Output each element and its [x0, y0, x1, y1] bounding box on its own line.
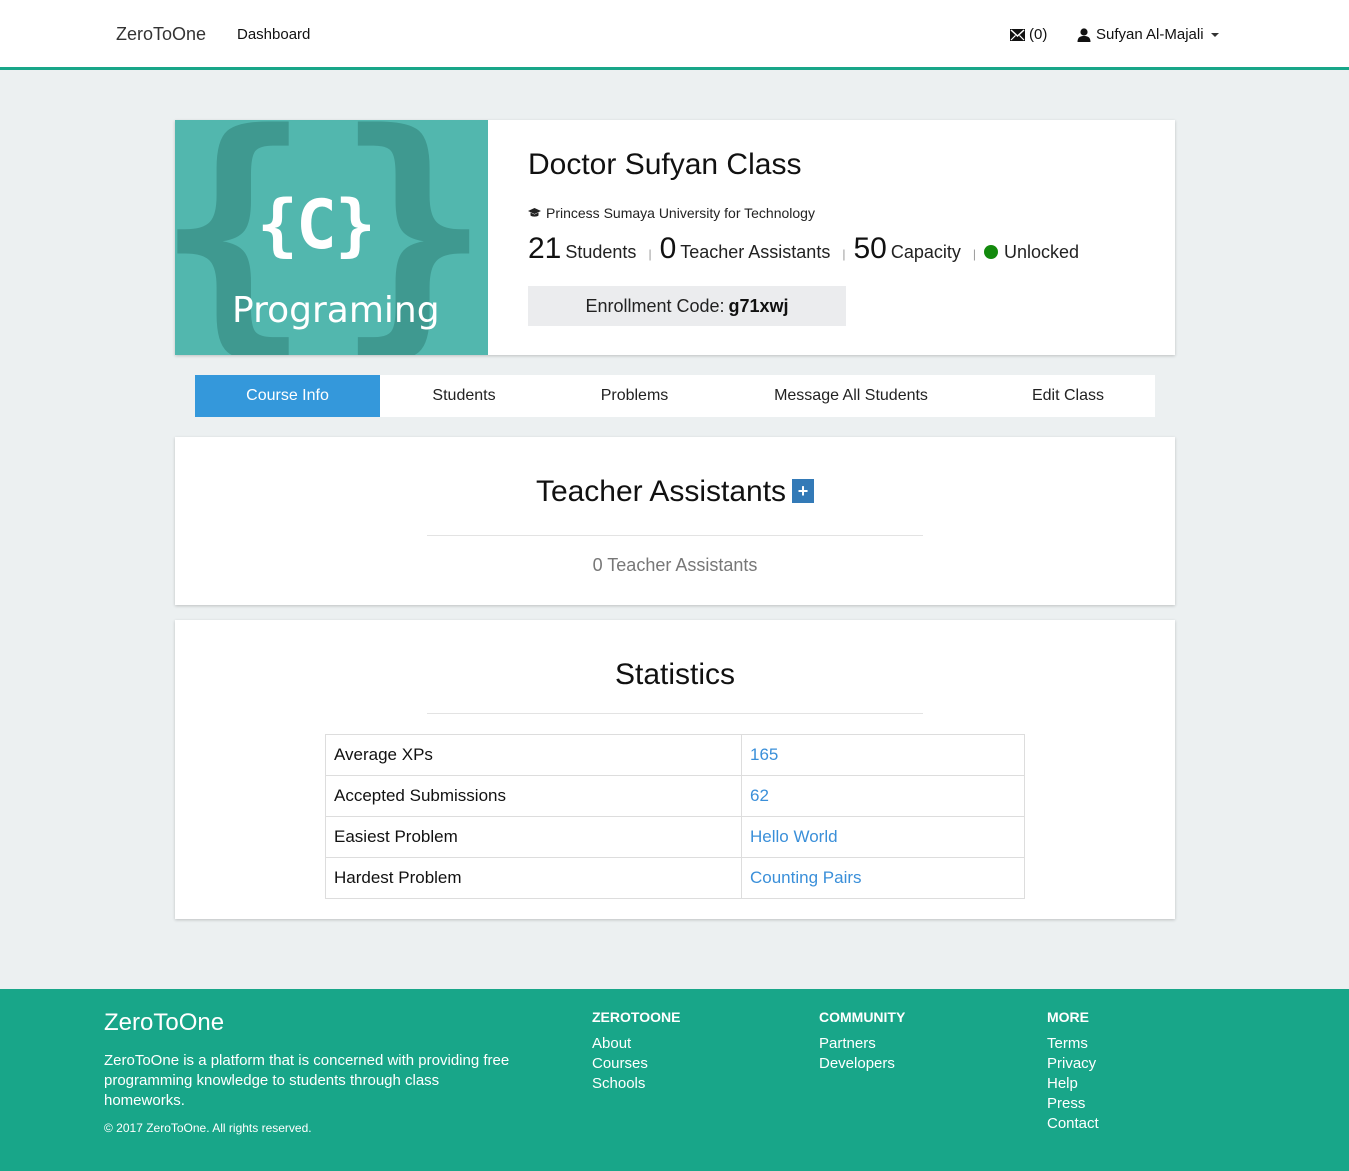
university-line: Princess Sumaya University for Technolog… [528, 205, 815, 221]
course-header-card: { } {C} Programing Doctor Sufyan Class P… [175, 120, 1175, 355]
stat-value-link[interactable]: Counting Pairs [741, 857, 1025, 899]
table-row: Accepted Submissions 62 [325, 775, 1025, 817]
tas-count: 0 [659, 232, 677, 265]
teacher-assistants-card: Teacher Assistants + 0 Teacher Assistants [175, 437, 1175, 605]
footer: ZeroToOne ZeroToOne is a platform that i… [0, 989, 1349, 1171]
course-image: { } {C} Programing [175, 120, 488, 355]
status-text: Unlocked [1003, 242, 1080, 262]
stat-value-link[interactable]: Hello World [741, 816, 1025, 858]
user-icon [1077, 27, 1091, 42]
stat-label: Easiest Problem [325, 816, 742, 858]
footer-brand: ZeroToOne [104, 1009, 225, 1036]
footer-heading: COMMUNITY [819, 1009, 906, 1025]
class-stats-line: 21 Students | 0 Teacher Assistants | 50 … [528, 232, 1079, 266]
envelope-icon [1010, 28, 1025, 41]
divider [427, 713, 923, 714]
footer-description: ZeroToOne is a platform that is concerne… [104, 1052, 510, 1109]
footer-link-contact[interactable]: Contact [1047, 1114, 1099, 1134]
graduation-cap-icon [528, 208, 541, 217]
messages-link[interactable]: (0) [1010, 26, 1047, 43]
statistics-card: Statistics Average XPs 165 Accepted Subm… [175, 620, 1175, 919]
footer-column-zerotoone: ZEROTOONE About Courses Schools [592, 1009, 680, 1094]
enrollment-label: Enrollment Code: [585, 295, 725, 316]
nav-dashboard-link[interactable]: Dashboard [237, 26, 310, 43]
tas-label: Teacher Assistants [680, 242, 831, 262]
statistics-table: Average XPs 165 Accepted Submissions 62 … [325, 734, 1025, 899]
footer-link-privacy[interactable]: Privacy [1047, 1054, 1099, 1074]
separator: | [972, 247, 976, 261]
footer-column-community: COMMUNITY Partners Developers [819, 1009, 905, 1074]
footer-link-terms[interactable]: Terms [1047, 1034, 1099, 1054]
footer-heading: ZEROTOONE [592, 1009, 681, 1025]
stat-label: Accepted Submissions [325, 775, 742, 817]
ta-title: Teacher Assistants [535, 475, 787, 508]
ta-title-row: Teacher Assistants + [175, 475, 1175, 509]
stat-value-link[interactable]: 62 [741, 775, 1025, 817]
top-navbar: ZeroToOne Dashboard (0) Sufyan Al-Majali [0, 0, 1349, 70]
caret-down-icon [1210, 32, 1219, 37]
footer-link-press[interactable]: Press [1047, 1094, 1099, 1114]
tab-students[interactable]: Students [380, 375, 548, 417]
table-row: Average XPs 165 [325, 734, 1025, 776]
tab-message-all-students[interactable]: Message All Students [721, 375, 981, 417]
students-label: Students [565, 242, 637, 262]
tab-course-info[interactable]: Course Info [195, 375, 380, 417]
add-ta-button[interactable]: + [792, 479, 815, 504]
capacity-label: Capacity [890, 242, 961, 262]
ta-empty-text: 0 Teacher Assistants [592, 555, 758, 575]
stat-value-link[interactable]: 165 [741, 734, 1025, 776]
messages-count: (0) [1029, 26, 1048, 43]
footer-copyright: © 2017 ZeroToOne. All rights reserved. [104, 1121, 312, 1135]
footer-column-more: MORE Terms Privacy Help Press Contact [1047, 1009, 1099, 1134]
enrollment-code-box: Enrollment Code: g71xwj [528, 286, 846, 326]
footer-link-help[interactable]: Help [1047, 1074, 1099, 1094]
enrollment-code: g71xwj [728, 295, 789, 316]
separator: | [842, 247, 846, 261]
footer-link-partners[interactable]: Partners [819, 1034, 905, 1054]
stat-label: Average XPs [325, 734, 742, 776]
statistics-title: Statistics [614, 658, 736, 691]
status-dot-icon [983, 245, 998, 259]
footer-link-developers[interactable]: Developers [819, 1054, 905, 1074]
tab-problems[interactable]: Problems [548, 375, 721, 417]
stat-label: Hardest Problem [325, 857, 742, 899]
divider [427, 535, 923, 536]
footer-link-about[interactable]: About [592, 1034, 680, 1054]
separator: | [648, 247, 652, 261]
user-name: Sufyan Al-Majali [1096, 26, 1204, 43]
class-tabs: Course Info Students Problems Message Al… [195, 375, 1155, 417]
students-count: 21 [528, 232, 562, 265]
university-name: Princess Sumaya University for Technolog… [546, 205, 815, 221]
capacity-count: 50 [853, 232, 887, 265]
brand-link[interactable]: ZeroToOne [116, 24, 206, 45]
table-row: Hardest Problem Counting Pairs [325, 857, 1025, 899]
user-menu-dropdown[interactable]: Sufyan Al-Majali [1077, 26, 1219, 43]
tab-edit-class[interactable]: Edit Class [981, 375, 1155, 417]
footer-link-schools[interactable]: Schools [592, 1074, 680, 1094]
table-row: Easiest Problem Hello World [325, 816, 1025, 858]
course-image-symbol: {C} [257, 186, 376, 265]
footer-heading: MORE [1047, 1009, 1089, 1025]
course-image-text: Programing [232, 290, 440, 331]
footer-link-courses[interactable]: Courses [592, 1054, 680, 1074]
class-title: Doctor Sufyan Class [528, 148, 802, 181]
